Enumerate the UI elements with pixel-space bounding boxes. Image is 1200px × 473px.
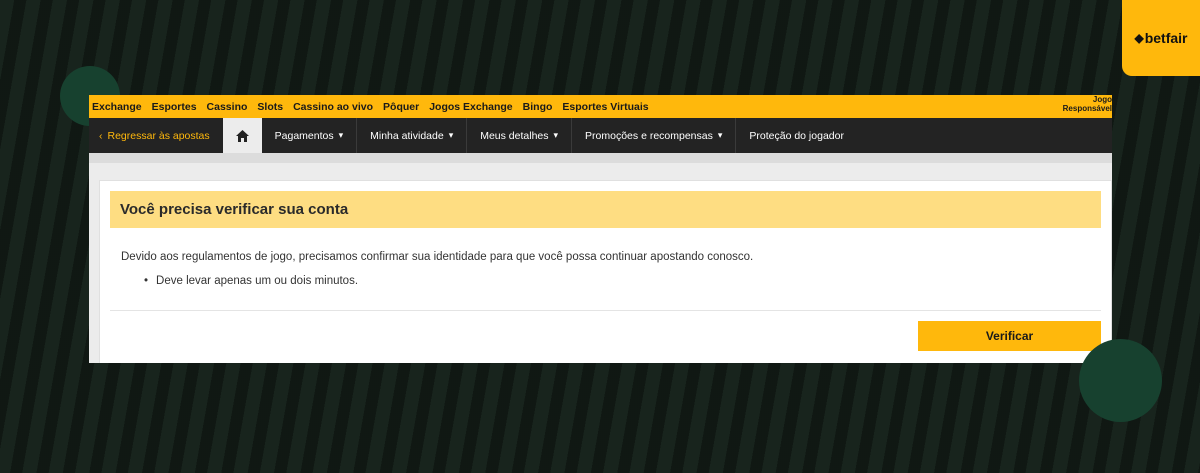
account-navigation: ‹ Regressar às apostas Pagamentos ▾ Minh… (89, 118, 1112, 153)
chevron-down-icon: ▾ (448, 130, 454, 140)
betfair-mark-icon: ◆ (1134, 31, 1144, 45)
nav-label: Pagamentos (274, 129, 334, 142)
responsible-line-2: Responsável (1062, 104, 1112, 113)
back-to-betting-link[interactable]: ‹ Regressar às apostas (89, 118, 223, 153)
topnav-link-jogos-exchange[interactable]: Jogos Exchange (429, 101, 512, 113)
nav-label: Minha atividade (370, 129, 444, 142)
notice-body: Devido aos regulamentos de jogo, precisa… (121, 251, 754, 263)
verification-panel: Você precisa verificar sua conta Devido … (99, 180, 1112, 363)
topnav-link-cassino[interactable]: Cassino (207, 101, 248, 113)
topnav-link-poquer[interactable]: Pôquer (383, 101, 419, 113)
nav-label: Meus detalhes (480, 129, 549, 142)
responsible-line-1: Jogo (1092, 95, 1112, 104)
home-tab[interactable] (222, 118, 262, 153)
brand-name: betfair (1144, 30, 1188, 46)
betfair-logo: ◆ betfair (1122, 0, 1200, 76)
notice-banner: Você precisa verificar sua conta (110, 191, 1101, 228)
nav-promocoes-recompensas[interactable]: Promoções e recompensas ▾ (572, 118, 737, 153)
back-label: Regressar às apostas (107, 129, 210, 142)
topnav-link-esportes-virtuais[interactable]: Esportes Virtuais (562, 101, 648, 113)
topnav-link-slots[interactable]: Slots (257, 101, 283, 113)
nav-label: Promoções e recompensas (585, 129, 713, 142)
topnav-link-exchange[interactable]: Exchange (92, 101, 142, 113)
nav-label: Proteção do jogador (749, 129, 844, 142)
divider (110, 310, 1101, 311)
chevron-down-icon: ▾ (338, 130, 344, 140)
topnav-link-bingo[interactable]: Bingo (523, 101, 553, 113)
decorative-circle (1079, 339, 1162, 422)
nav-meus-detalhes[interactable]: Meus detalhes ▾ (467, 118, 573, 153)
bullet-item: Deve levar apenas um ou dois minutos. (144, 275, 358, 287)
nav-pagamentos[interactable]: Pagamentos ▾ (262, 118, 358, 153)
nav-protecao-jogador[interactable]: Proteção do jogador (736, 118, 857, 153)
notice-bullets: Deve levar apenas um ou dois minutos. (144, 275, 358, 287)
browser-screenshot: Exchange Esportes Cassino Slots Cassino … (89, 95, 1112, 363)
responsible-gambling-link[interactable]: Jogo Responsável (1063, 95, 1112, 113)
chevron-down-icon: ▾ (717, 130, 723, 140)
top-navigation: Exchange Esportes Cassino Slots Cassino … (89, 95, 1112, 118)
notice-title: Você precisa verificar sua conta (120, 201, 349, 218)
subbar (89, 153, 1112, 163)
verify-button[interactable]: Verificar (918, 321, 1101, 351)
topnav-link-cassino-ao-vivo[interactable]: Cassino ao vivo (293, 101, 373, 113)
topnav-link-esportes[interactable]: Esportes (152, 101, 197, 113)
chevron-down-icon: ▾ (553, 130, 559, 140)
home-icon (235, 129, 249, 142)
nav-minha-atividade[interactable]: Minha atividade ▾ (357, 118, 468, 153)
chevron-left-icon: ‹ (99, 129, 103, 142)
